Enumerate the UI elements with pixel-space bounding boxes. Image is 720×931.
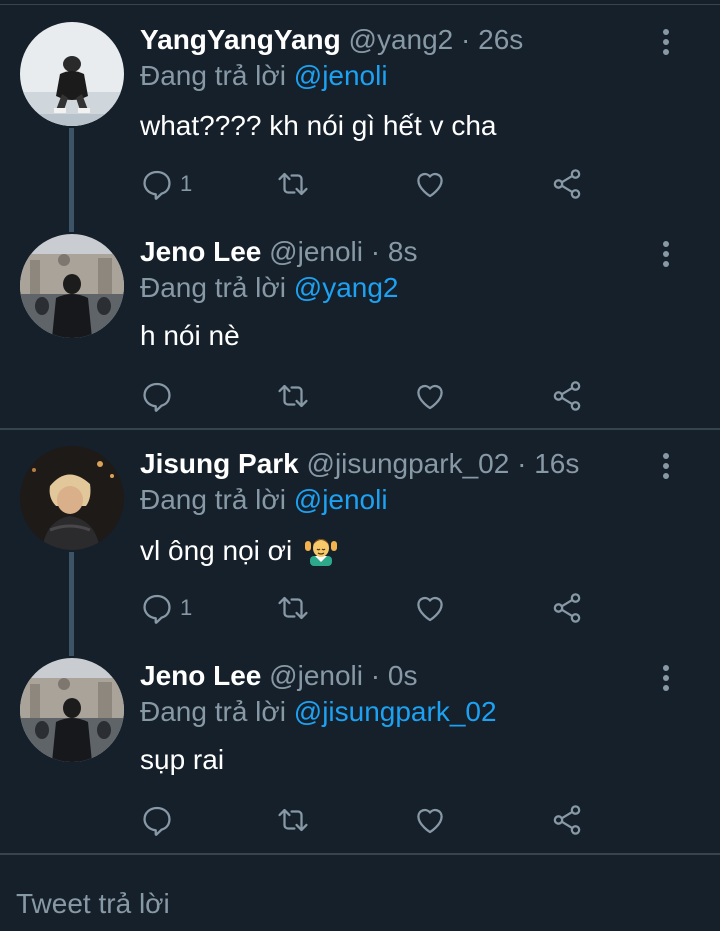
timestamp[interactable]: 8s (388, 236, 418, 267)
share-button[interactable] (550, 164, 584, 204)
tweet[interactable]: Jeno Lee @jenoli · 8s Đang trả lời @yang… (0, 234, 720, 424)
tweet[interactable]: YangYangYang @yang2 · 26s Đang trả lời @… (0, 22, 720, 212)
top-divider (0, 4, 720, 5)
retweet-icon (276, 591, 310, 625)
tweet-text: what???? kh nói gì hết v cha (140, 110, 497, 141)
replying-to-label: Đang trả lời (140, 484, 286, 515)
tweet-actions (140, 376, 600, 416)
tweet-text-line: vl ông nọi ơi (140, 532, 338, 569)
tweet-actions (140, 800, 600, 840)
share-icon (550, 591, 584, 625)
more-vertical-icon[interactable] (656, 662, 676, 696)
avatar[interactable] (20, 234, 124, 338)
like-button[interactable] (413, 376, 447, 416)
retweet-button[interactable] (276, 588, 310, 628)
mention-link[interactable]: @jisungpark_02 (294, 696, 497, 727)
tweet-header: Jisung Park @jisungpark_02 · 16s (140, 446, 579, 482)
tweet-header: Jeno Lee @jenoli · 8s (140, 234, 417, 270)
like-button[interactable] (413, 588, 447, 628)
share-button[interactable] (550, 376, 584, 416)
separator: · (517, 448, 527, 479)
tweet-header: Jeno Lee @jenoli · 0s (140, 658, 417, 694)
avatar[interactable] (20, 658, 124, 762)
heart-icon (413, 379, 447, 413)
replying-to-label: Đang trả lời (140, 60, 286, 91)
replying-to: Đang trả lời @jenoli (140, 482, 388, 518)
tweet[interactable]: Jisung Park @jisungpark_02 · 16s Đang tr… (0, 446, 720, 636)
reply-button[interactable] (140, 376, 180, 416)
reply-button[interactable]: 1 (140, 588, 192, 628)
display-name[interactable]: Jeno Lee (140, 660, 261, 691)
retweet-button[interactable] (276, 164, 310, 204)
separator: · (370, 660, 381, 691)
mention-link[interactable]: @yang2 (294, 272, 399, 303)
share-button[interactable] (550, 800, 584, 840)
reply-count: 1 (180, 171, 193, 196)
reply-bubble-icon (140, 167, 174, 201)
display-name[interactable]: Jeno Lee (140, 236, 261, 267)
timestamp[interactable]: 26s (478, 24, 523, 55)
mention-link[interactable]: @jenoli (294, 60, 388, 91)
timestamp[interactable]: 0s (388, 660, 418, 691)
more-vertical-icon[interactable] (656, 238, 676, 272)
retweet-button[interactable] (276, 376, 310, 416)
replying-to: Đang trả lời @jisungpark_02 (140, 694, 497, 730)
tweet-actions: 1 (140, 164, 600, 204)
tweet-text: vl ông nọi ơi (140, 535, 293, 566)
avatar[interactable] (20, 446, 124, 550)
user-handle[interactable]: @jenoli (269, 236, 363, 267)
reply-bubble-icon (140, 379, 174, 413)
display-name[interactable]: YangYangYang (140, 24, 341, 55)
like-button[interactable] (413, 164, 447, 204)
retweet-icon (276, 803, 310, 837)
composer-divider (0, 853, 720, 855)
tweet-text: sụp rai (140, 744, 225, 775)
retweet-icon (276, 379, 310, 413)
heart-icon (413, 591, 447, 625)
user-handle[interactable]: @jisungpark_02 (307, 448, 510, 479)
heart-icon (413, 167, 447, 201)
more-vertical-icon[interactable] (656, 450, 676, 484)
reply-bubble-icon (140, 591, 174, 625)
separator: · (461, 24, 471, 55)
retweet-icon (276, 167, 310, 201)
replying-to-label: Đang trả lời (140, 696, 286, 727)
heart-icon (413, 803, 447, 837)
separator: · (370, 236, 381, 267)
thread-divider (0, 428, 720, 430)
share-button[interactable] (550, 588, 584, 628)
person-getting-massage-emoji (305, 539, 338, 566)
replying-to-label: Đang trả lời (140, 272, 286, 303)
replying-to: Đang trả lời @jenoli (140, 58, 388, 94)
mention-link[interactable]: @jenoli (294, 484, 388, 515)
reply-button[interactable] (140, 800, 180, 840)
reply-bubble-icon (140, 803, 174, 837)
replying-to: Đang trả lời @yang2 (140, 270, 398, 306)
reply-composer (0, 856, 720, 931)
avatar[interactable] (20, 22, 124, 126)
retweet-button[interactable] (276, 800, 310, 840)
like-button[interactable] (413, 800, 447, 840)
tweet-actions: 1 (140, 588, 600, 628)
share-icon (550, 167, 584, 201)
tweet[interactable]: Jeno Lee @jenoli · 0s Đang trả lời @jisu… (0, 658, 720, 848)
tweet-text: h nói nè (140, 320, 240, 351)
tweet-header: YangYangYang @yang2 · 26s (140, 22, 523, 58)
share-icon (550, 803, 584, 837)
timestamp[interactable]: 16s (534, 448, 579, 479)
user-handle[interactable]: @jenoli (269, 660, 363, 691)
user-handle[interactable]: @yang2 (349, 24, 454, 55)
reply-count: 1 (180, 595, 193, 620)
more-vertical-icon[interactable] (656, 26, 676, 60)
display-name[interactable]: Jisung Park (140, 448, 299, 479)
share-icon (550, 379, 584, 413)
reply-input[interactable] (16, 884, 696, 924)
reply-button[interactable]: 1 (140, 164, 192, 204)
